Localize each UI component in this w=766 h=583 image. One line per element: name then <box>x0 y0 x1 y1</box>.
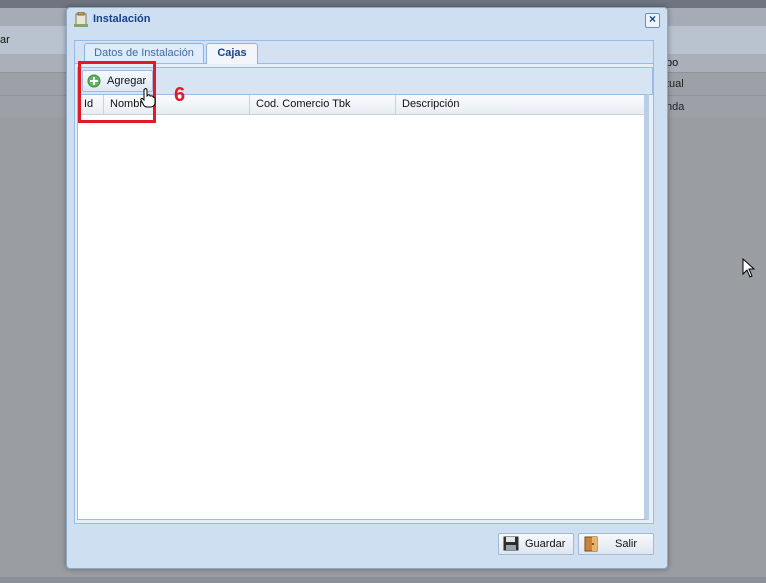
grid-toolbar: Agregar <box>77 67 653 95</box>
background-toolbar-text: ar <box>0 34 10 46</box>
background-bottom-bar <box>0 577 766 583</box>
background-cell: nda <box>666 101 685 113</box>
background-cell: tual <box>666 78 684 90</box>
tab-datos-de-instalacion[interactable]: Datos de Instalación <box>84 43 204 63</box>
close-button[interactable]: × <box>645 13 660 28</box>
app-icon <box>74 12 88 27</box>
floppy-disk-icon <box>503 536 519 551</box>
grid-header: Id Nombre Cod. Comercio Tbk Descripción <box>78 95 644 115</box>
column-header-descripcion[interactable]: Descripción <box>396 95 644 114</box>
tab-panel: Datos de Instalación Cajas Agregar Id No… <box>74 40 654 524</box>
column-header-cod-comercio[interactable]: Cod. Comercio Tbk <box>250 95 396 114</box>
installation-dialog: Instalación × Datos de Instalación Cajas… <box>66 7 668 569</box>
dialog-title: Instalación <box>93 13 151 25</box>
save-button[interactable]: Guardar <box>498 533 574 555</box>
tab-cajas[interactable]: Cajas <box>206 43 258 64</box>
annotation-step-number: 6 <box>174 84 186 106</box>
exit-button-label: Salir <box>615 538 638 550</box>
cajas-grid[interactable]: Id Nombre Cod. Comercio Tbk Descripción <box>77 94 649 520</box>
exit-button[interactable]: Salir <box>578 533 654 555</box>
door-icon <box>584 536 598 552</box>
hand-pointer-icon <box>140 88 156 108</box>
arrow-cursor-icon <box>742 258 756 278</box>
tab-strip: Datos de Instalación Cajas <box>75 41 653 64</box>
dialog-title-bar[interactable]: Instalación × <box>67 8 667 32</box>
save-button-label: Guardar <box>525 538 566 550</box>
close-icon: × <box>648 12 656 26</box>
